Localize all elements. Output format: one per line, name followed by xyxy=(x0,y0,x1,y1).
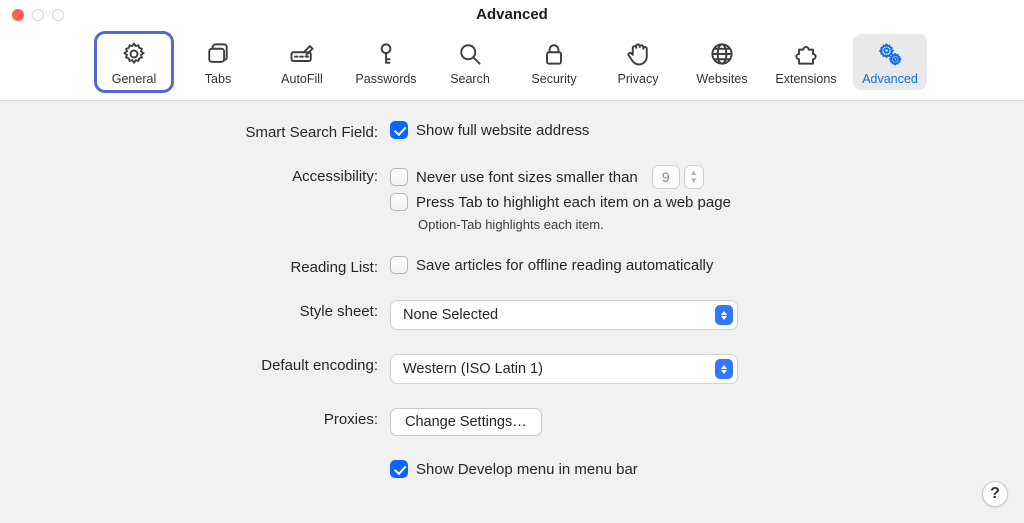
default-encoding-select[interactable]: Western (ISO Latin 1) xyxy=(390,354,738,384)
gear-icon xyxy=(120,40,148,68)
tab-label: Websites xyxy=(696,72,747,86)
tab-passwords[interactable]: Passwords xyxy=(349,34,423,90)
tab-label: General xyxy=(112,72,156,86)
tab-label: Extensions xyxy=(775,72,836,86)
reading-list-label: Reading List: xyxy=(0,256,390,276)
min-font-checkbox[interactable] xyxy=(390,168,408,186)
tab-extensions[interactable]: Extensions xyxy=(769,34,843,90)
globe-icon xyxy=(708,40,736,68)
tab-advanced[interactable]: Advanced xyxy=(853,34,927,90)
hand-icon xyxy=(624,40,652,68)
proxies-label: Proxies: xyxy=(0,408,390,428)
key-icon xyxy=(372,40,400,68)
tab-general[interactable]: General xyxy=(97,34,171,90)
button-label: Change Settings… xyxy=(405,414,527,430)
min-font-value: 9 xyxy=(652,165,680,189)
change-settings-button[interactable]: Change Settings… xyxy=(390,408,542,436)
window-title: Advanced xyxy=(0,0,1024,30)
style-sheet-value: None Selected xyxy=(403,307,498,323)
develop-menu-checkbox[interactable] xyxy=(390,460,408,478)
puzzle-icon xyxy=(792,40,820,68)
lock-icon xyxy=(540,40,568,68)
smart-search-label: Smart Search Field: xyxy=(0,121,390,141)
smart-search-option: Show full website address xyxy=(416,122,589,139)
develop-menu-option: Show Develop menu in menu bar xyxy=(416,461,638,478)
tab-label: Tabs xyxy=(205,72,231,86)
tab-highlight-option: Press Tab to highlight each item on a we… xyxy=(416,194,731,211)
tab-label: Security xyxy=(531,72,576,86)
style-sheet-select[interactable]: None Selected xyxy=(390,300,738,330)
tabs-icon xyxy=(204,40,232,68)
tab-highlight-hint: Option-Tab highlights each item. xyxy=(418,217,604,232)
select-caret-icon xyxy=(715,359,733,379)
smart-search-checkbox[interactable] xyxy=(390,121,408,139)
tab-autofill[interactable]: AutoFill xyxy=(265,34,339,90)
reading-list-option: Save articles for offline reading automa… xyxy=(416,257,713,274)
min-font-option: Never use font sizes smaller than xyxy=(416,169,638,186)
tab-security[interactable]: Security xyxy=(517,34,591,90)
reading-list-checkbox[interactable] xyxy=(390,256,408,274)
gears-icon xyxy=(876,40,904,68)
select-caret-icon xyxy=(715,305,733,325)
tab-highlight-checkbox[interactable] xyxy=(390,193,408,211)
stepper-arrows[interactable]: ▲▼ xyxy=(684,165,704,189)
tab-privacy[interactable]: Privacy xyxy=(601,34,675,90)
search-icon xyxy=(456,40,484,68)
maximize-button[interactable] xyxy=(52,9,64,21)
traffic-lights xyxy=(12,9,64,21)
tab-label: AutoFill xyxy=(281,72,323,86)
tab-tabs[interactable]: Tabs xyxy=(181,34,255,90)
close-button[interactable] xyxy=(12,9,24,21)
tab-label: Privacy xyxy=(618,72,659,86)
help-label: ? xyxy=(990,485,1000,503)
tab-label: Search xyxy=(450,72,490,86)
tab-search[interactable]: Search xyxy=(433,34,507,90)
style-sheet-label: Style sheet: xyxy=(0,300,390,320)
accessibility-label: Accessibility: xyxy=(0,165,390,185)
tab-label: Advanced xyxy=(862,72,918,86)
titlebar: Advanced xyxy=(0,0,1024,30)
minimize-button[interactable] xyxy=(32,9,44,21)
tab-websites[interactable]: Websites xyxy=(685,34,759,90)
default-encoding-label: Default encoding: xyxy=(0,354,390,374)
tab-label: Passwords xyxy=(355,72,416,86)
help-button[interactable]: ? xyxy=(982,481,1008,507)
min-font-stepper[interactable]: 9 ▲▼ xyxy=(652,165,704,189)
autofill-icon xyxy=(288,40,316,68)
content-area: Smart Search Field: Show full website ad… xyxy=(0,101,1024,478)
default-encoding-value: Western (ISO Latin 1) xyxy=(403,361,543,377)
preferences-toolbar: General Tabs AutoFill Passwords Search S… xyxy=(0,30,1024,101)
